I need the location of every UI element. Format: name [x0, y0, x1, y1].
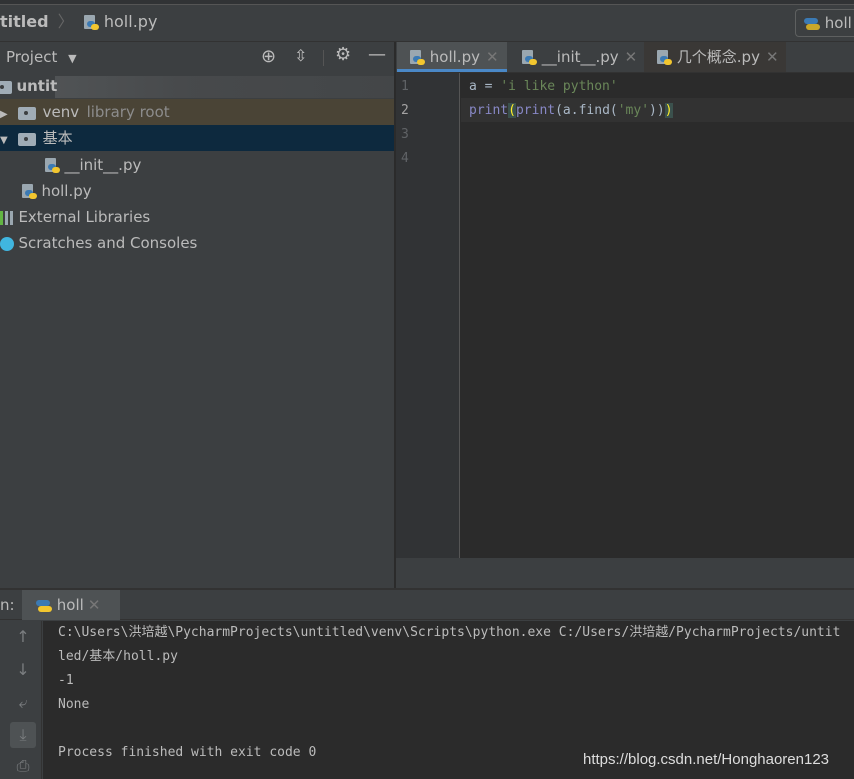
line-number: 3 — [401, 127, 409, 142]
python-icon — [804, 16, 820, 32]
tab-holl-py[interactable]: holl.py ✕ — [397, 42, 507, 72]
close-tab-icon[interactable]: ✕ — [766, 48, 779, 66]
run-config-selector[interactable]: holl — [795, 9, 854, 37]
python-file-icon — [521, 49, 537, 66]
divider — [323, 50, 324, 66]
gear-icon[interactable]: ⚙ — [335, 44, 351, 65]
line-number: 4 — [401, 151, 409, 166]
line-number: 1 — [401, 79, 409, 94]
tree-item-project-root[interactable]: untit — [0, 73, 394, 99]
folder-icon — [18, 106, 37, 120]
soft-wrap-icon[interactable]: ⤶ — [10, 690, 36, 716]
python-icon — [36, 598, 52, 614]
breadcrumb: titled 〉 holl.py — [0, 10, 157, 34]
arrow-down-icon[interactable]: ↓ — [10, 657, 36, 683]
python-file-icon — [44, 158, 60, 174]
editor-area[interactable] — [396, 73, 854, 558]
tab-init-py[interactable]: __init__.py ✕ — [509, 42, 643, 72]
caret-down-icon: ▼ — [68, 52, 77, 65]
collapse-all-icon[interactable]: ⇳ — [294, 46, 307, 65]
python-file-icon — [21, 184, 37, 200]
console-line: C:\Users\洪培越\PycharmProjects\untitled\ve… — [58, 625, 841, 664]
console-line: -1 — [58, 673, 74, 688]
console-line: None — [58, 697, 90, 712]
tree-item-jiben[interactable]: ▼ 基本 — [0, 125, 394, 151]
print-icon[interactable]: ⎙ — [10, 753, 36, 779]
folder-icon — [0, 80, 12, 94]
run-tab-holl[interactable]: holl ✕ — [22, 590, 120, 620]
collapse-arrow-icon: ▼ — [0, 135, 8, 146]
line-number: 2 — [401, 103, 409, 118]
code-line-2: print(print(a.find('my'))) — [469, 103, 673, 118]
project-panel-header: Project ▼ ⊕ ⇳ ⚙ — — [0, 42, 394, 73]
run-label: n: — [0, 596, 15, 614]
tree-item-scratches[interactable]: Scratches and Consoles — [0, 230, 394, 256]
close-tab-icon[interactable]: ✕ — [625, 48, 638, 66]
tree-item-init[interactable]: __init__.py — [0, 152, 394, 178]
python-file-icon — [83, 14, 99, 31]
library-icon — [0, 211, 14, 225]
breadcrumb-project[interactable]: titled — [0, 12, 49, 31]
run-panel-header: n: holl ✕ — [0, 590, 854, 620]
close-tab-icon[interactable]: ✕ — [88, 596, 101, 614]
title-strip — [0, 0, 854, 5]
scroll-to-end-icon[interactable]: ⤓ — [10, 722, 36, 748]
code-line-1: a = 'i like python' — [469, 79, 618, 94]
scratches-icon — [0, 237, 14, 251]
run-config-label: holl — [824, 14, 852, 32]
tab-jige-gainian-py[interactable]: 几个概念.py ✕ — [644, 42, 786, 72]
console-lines: C:\Users\洪培越\PycharmProjects\untitled\ve… — [58, 621, 848, 765]
locate-icon[interactable]: ⊕ — [261, 46, 276, 67]
python-file-icon — [656, 49, 672, 66]
tree-item-venv[interactable]: ▶ venv library root — [0, 99, 394, 125]
chevron-right-icon: 〉 — [57, 12, 74, 31]
project-view-dropdown[interactable]: Project ▼ — [6, 48, 77, 66]
tree-item-external-libraries[interactable]: External Libraries — [0, 204, 394, 230]
tree-item-holl[interactable]: holl.py — [0, 178, 394, 204]
breadcrumb-file[interactable]: holl.py — [104, 12, 158, 31]
python-file-icon — [409, 49, 425, 66]
expand-arrow-icon: ▶ — [0, 109, 8, 120]
minimize-icon[interactable]: — — [368, 44, 386, 65]
arrow-up-icon[interactable]: ↑ — [10, 624, 36, 650]
folder-icon — [18, 132, 37, 146]
watermark: https://blog.csdn.net/Honghaoren123 — [583, 751, 830, 768]
close-tab-icon[interactable]: ✕ — [486, 48, 499, 66]
